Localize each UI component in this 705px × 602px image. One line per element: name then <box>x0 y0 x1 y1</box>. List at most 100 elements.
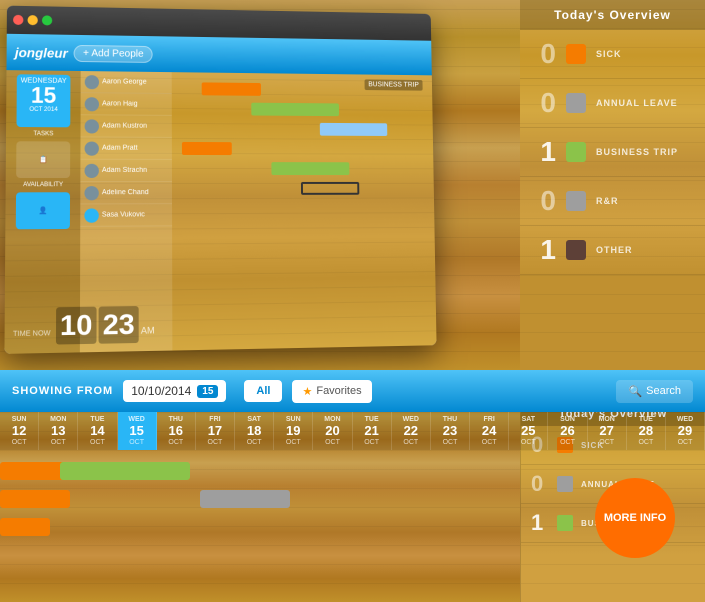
overview-annual: 0 ANNUAL LEAVE <box>520 79 705 128</box>
event-bar-gray-1 <box>200 490 290 508</box>
minimize-button[interactable] <box>27 15 37 25</box>
search-icon: 🔍 <box>628 385 642 398</box>
business-color <box>566 142 586 162</box>
bottom-section: SHOWING FROM 10/10/2014 15 All ★ Favorit… <box>0 370 705 602</box>
person-name: Adam Kustron <box>102 122 147 129</box>
avatar <box>84 208 98 222</box>
sick-count: 0 <box>532 38 556 70</box>
avatar <box>85 75 99 89</box>
star-icon: ★ <box>302 385 312 398</box>
favorites-label: Favorites <box>316 385 361 397</box>
cal-day-fri24[interactable]: FRI 24 OCT <box>470 412 509 450</box>
cal-day-fri17[interactable]: FRI 17 OCT <box>196 412 235 450</box>
cal-day-sat18[interactable]: SAT 18 OCT <box>235 412 274 450</box>
more-info-button[interactable]: MORE INFO <box>595 478 675 558</box>
cal-day-mon13[interactable]: MON 13 OCT <box>39 412 78 450</box>
tasks-label: TASKS <box>6 131 81 137</box>
all-button[interactable]: All <box>244 380 282 402</box>
overview-sick: 0 SICK <box>520 30 705 79</box>
app-logo: jongleur <box>15 44 68 60</box>
top-section: jongleur + Add People WEDNESDAY 15 OCT 2… <box>0 0 705 370</box>
rnr-color <box>566 191 586 211</box>
business-box-bottom <box>557 515 573 531</box>
close-button[interactable] <box>13 15 23 25</box>
time-ampm: AM <box>141 325 155 335</box>
other-label: OTHER <box>596 245 633 255</box>
list-item[interactable]: Aaron Haig <box>81 93 172 116</box>
cal-day-thu23[interactable]: THU 23 OCT <box>431 412 470 450</box>
other-color <box>566 240 586 260</box>
day-number: 15 <box>17 84 71 107</box>
business-count: 1 <box>532 136 556 168</box>
event-bar <box>182 142 232 155</box>
person-name: Aaron George <box>102 78 147 85</box>
rnr-count: 0 <box>532 185 556 217</box>
cal-day-sat25[interactable]: SAT 25 OCT <box>509 412 548 450</box>
event-bar-green-1 <box>60 462 190 480</box>
favorites-button[interactable]: ★ Favorites <box>292 380 371 403</box>
more-info-label: MORE INFO <box>604 511 666 525</box>
availability-icon[interactable]: 👤 <box>16 192 70 229</box>
search-label: Search <box>646 385 681 397</box>
month-year: OCT 2014 <box>17 107 71 113</box>
event-bar-orange-3 <box>0 518 50 536</box>
maximize-button[interactable] <box>42 15 52 25</box>
cal-day-mon27[interactable]: MON 27 OCT <box>588 412 627 450</box>
date-input[interactable]: 10/10/2014 15 <box>123 380 226 402</box>
app-screen: jongleur + Add People WEDNESDAY 15 OCT 2… <box>4 6 436 354</box>
rnr-label: R&R <box>596 196 619 206</box>
cal-day-tue28[interactable]: TUE 28 OCT <box>627 412 666 450</box>
cal-day-tue21[interactable]: TUE 21 OCT <box>353 412 392 450</box>
event-bar <box>320 123 388 136</box>
sick-label: SICK <box>596 49 622 59</box>
search-button[interactable]: 🔍 Search <box>616 380 693 403</box>
list-item[interactable]: Adam Strachn <box>80 160 172 182</box>
overview-business: 1 BUSINESS TRIP <box>520 128 705 177</box>
calendar-content <box>0 450 520 602</box>
cal-day-thu16[interactable]: THU 16 OCT <box>157 412 196 450</box>
calendar-header: SUN 12 OCT MON 13 OCT TUE 14 OCT WED 15 … <box>0 412 705 450</box>
cal-day-tue14[interactable]: TUE 14 OCT <box>78 412 117 450</box>
cal-day-wed15[interactable]: WED 15 OCT <box>118 412 157 450</box>
person-name: Adam Pratt <box>102 145 138 152</box>
cal-day-mon20[interactable]: MON 20 OCT <box>313 412 352 450</box>
time-label: TIME NOW <box>13 330 51 338</box>
cal-day-wed22[interactable]: WED 22 OCT <box>392 412 431 450</box>
overview-title: Today's Overview <box>520 0 705 30</box>
person-name: Adam Strachn <box>102 167 147 174</box>
sick-color <box>566 44 586 64</box>
avatar <box>85 119 99 133</box>
app-toolbar: jongleur + Add People <box>6 34 431 76</box>
list-item[interactable]: Adam Kustron <box>80 115 171 138</box>
cal-day-sun19[interactable]: SUN 19 OCT <box>274 412 313 450</box>
date-badge: 15 <box>197 385 218 398</box>
list-item[interactable]: Aaron George <box>81 71 172 94</box>
event-bar <box>271 162 349 175</box>
avatar <box>84 163 98 177</box>
cal-day-sun26[interactable]: SUN 26 OCT <box>548 412 587 450</box>
event-bar <box>202 82 261 95</box>
event-bar <box>301 182 359 195</box>
time-display: TIME NOW 10 23 AM <box>13 306 155 346</box>
business-count-bottom: 1 <box>531 510 549 536</box>
overview-rnr: 0 R&R <box>520 177 705 226</box>
list-item[interactable]: Sasa Vukovic <box>80 204 172 227</box>
tasks-icon[interactable]: 📋 <box>16 141 70 178</box>
showing-from-label: SHOWING FROM <box>12 385 113 397</box>
overview-other: 1 OTHER <box>520 226 705 275</box>
person-name: Sasa Vukovic <box>102 211 145 218</box>
add-people-button[interactable]: + Add People <box>74 44 153 62</box>
cal-day-sun12[interactable]: SUN 12 OCT <box>0 412 39 450</box>
annual-color <box>566 93 586 113</box>
event-label: BUSINESS TRIP <box>364 79 422 90</box>
cal-day-wed29[interactable]: WED 29 OCT <box>666 412 705 450</box>
date-value: 10/10/2014 <box>131 384 191 398</box>
business-label: BUSINESS TRIP <box>596 147 678 157</box>
annual-label: ANNUAL LEAVE <box>596 98 678 108</box>
calendar-bars-area: BUSINESS TRIP <box>172 72 437 350</box>
other-count: 1 <box>532 234 556 266</box>
list-item[interactable]: Adeline Chand <box>80 182 172 204</box>
list-item[interactable]: Adam Pratt <box>80 137 171 159</box>
avatar <box>84 186 98 200</box>
date-box: WEDNESDAY 15 OCT 2014 <box>16 74 70 127</box>
